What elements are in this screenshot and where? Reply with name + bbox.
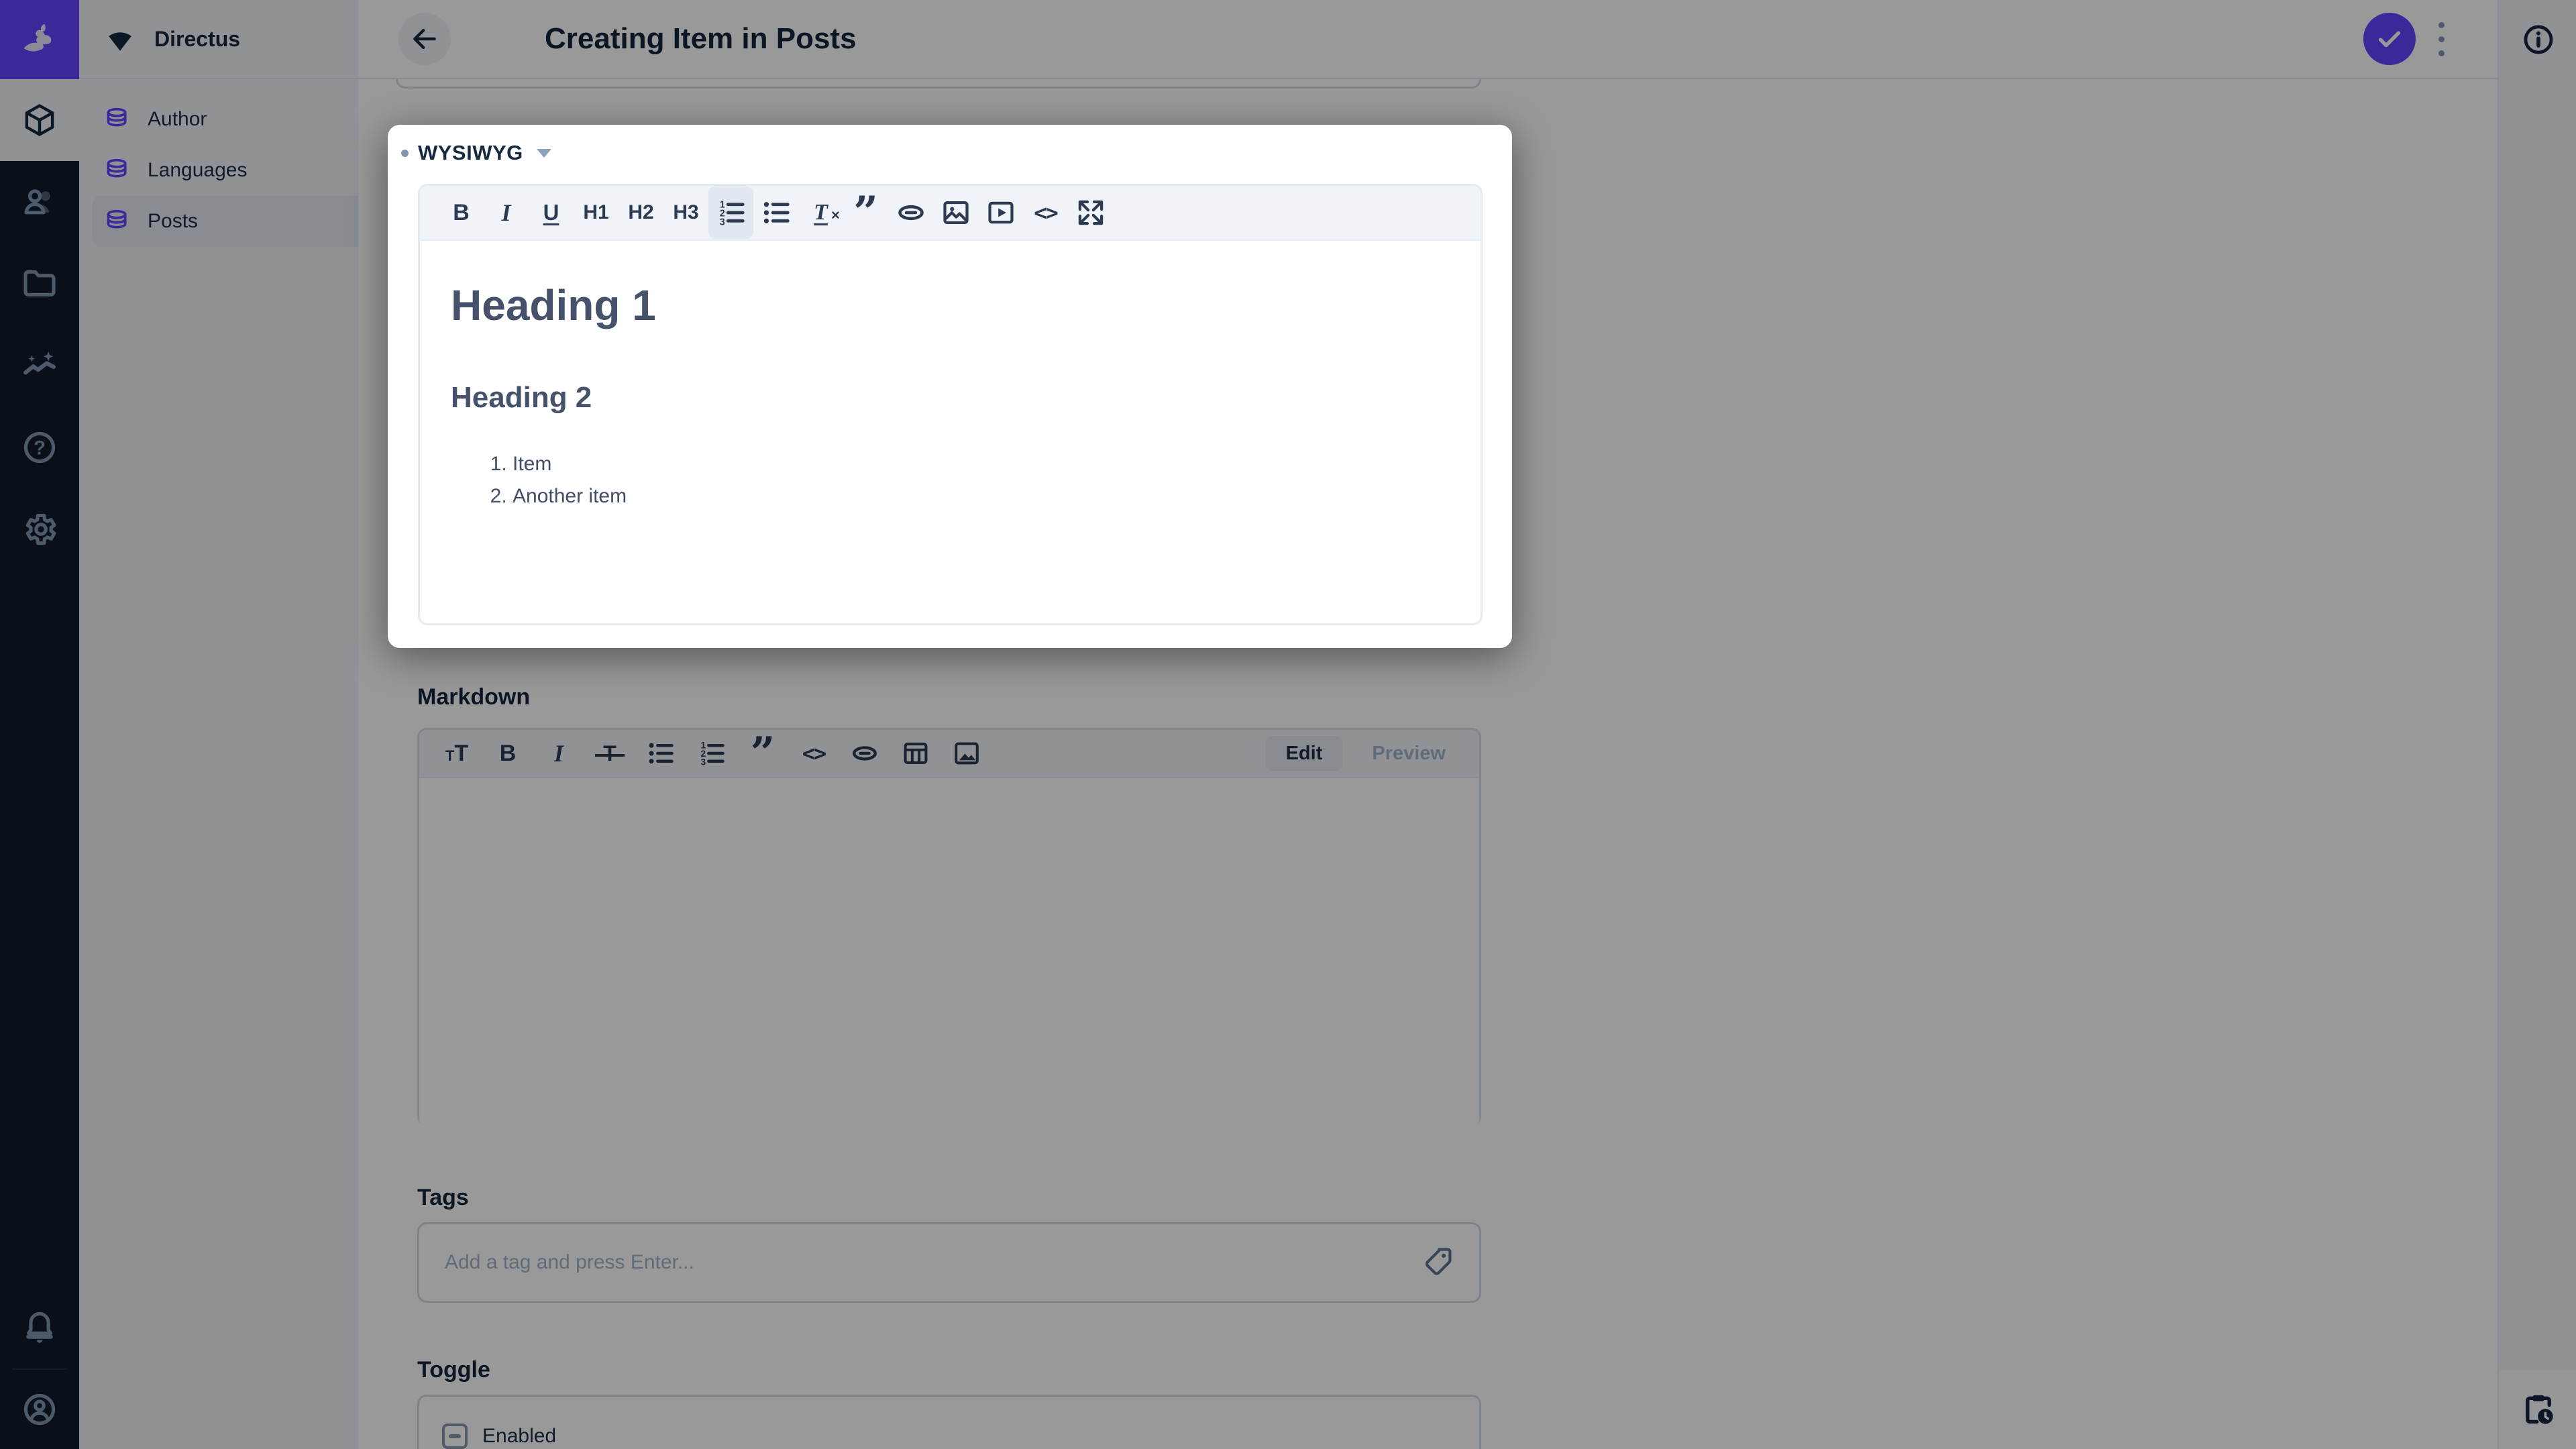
- blockquote-button[interactable]: ”: [843, 191, 888, 234]
- directus-app: ? Directus Author Languages Posts Creati…: [0, 0, 2576, 1449]
- edited-dot: [401, 149, 409, 157]
- link-icon: [898, 205, 924, 221]
- ordered-list-button-active[interactable]: 1 2 3: [708, 186, 753, 239]
- list-item: Another item: [513, 480, 1450, 513]
- bullet-list-icon: [763, 202, 790, 223]
- code-button[interactable]: <>: [1023, 186, 1068, 240]
- bold-button[interactable]: B: [439, 186, 484, 240]
- link-button[interactable]: [888, 186, 933, 240]
- italic-button[interactable]: I: [484, 186, 529, 240]
- h1-button[interactable]: H1: [574, 186, 619, 240]
- video-button[interactable]: [978, 186, 1023, 240]
- fullscreen-icon: [1078, 200, 1103, 225]
- wysiwyg-field-card: WYSIWYG B I U H1 H2 H3 1 2 3 T × ” <> He…: [388, 125, 1512, 648]
- wysiwyg-toolbar: B I U H1 H2 H3 1 2 3 T × ” <>: [420, 186, 1481, 241]
- underline-button[interactable]: U: [529, 186, 574, 240]
- chevron-down-icon: [536, 148, 551, 158]
- svg-text:3: 3: [719, 217, 724, 227]
- h2-button[interactable]: H2: [619, 186, 663, 240]
- list-item: Item: [513, 448, 1450, 480]
- content-heading2: Heading 2: [451, 380, 592, 414]
- content-heading1: Heading 1: [451, 281, 656, 329]
- fullscreen-button[interactable]: [1068, 186, 1113, 240]
- wysiwyg-editor: B I U H1 H2 H3 1 2 3 T × ” <> Heading 1 …: [418, 184, 1483, 625]
- video-icon: [987, 201, 1014, 224]
- content-ordered-list: Item Another item: [451, 448, 1450, 513]
- image-button[interactable]: [933, 186, 978, 240]
- wysiwyg-field-label: WYSIWYG: [418, 141, 523, 164]
- wysiwyg-content[interactable]: Heading 1 Heading 2 Item Another item: [420, 241, 1481, 513]
- clear-format-button[interactable]: T ×: [798, 186, 843, 240]
- wysiwyg-field-label-row[interactable]: WYSIWYG: [401, 141, 551, 165]
- h3-button[interactable]: H3: [663, 186, 708, 240]
- bullet-list-button[interactable]: [753, 186, 798, 240]
- image-icon: [943, 201, 969, 225]
- ordered-list-icon: 1 2 3: [719, 199, 745, 227]
